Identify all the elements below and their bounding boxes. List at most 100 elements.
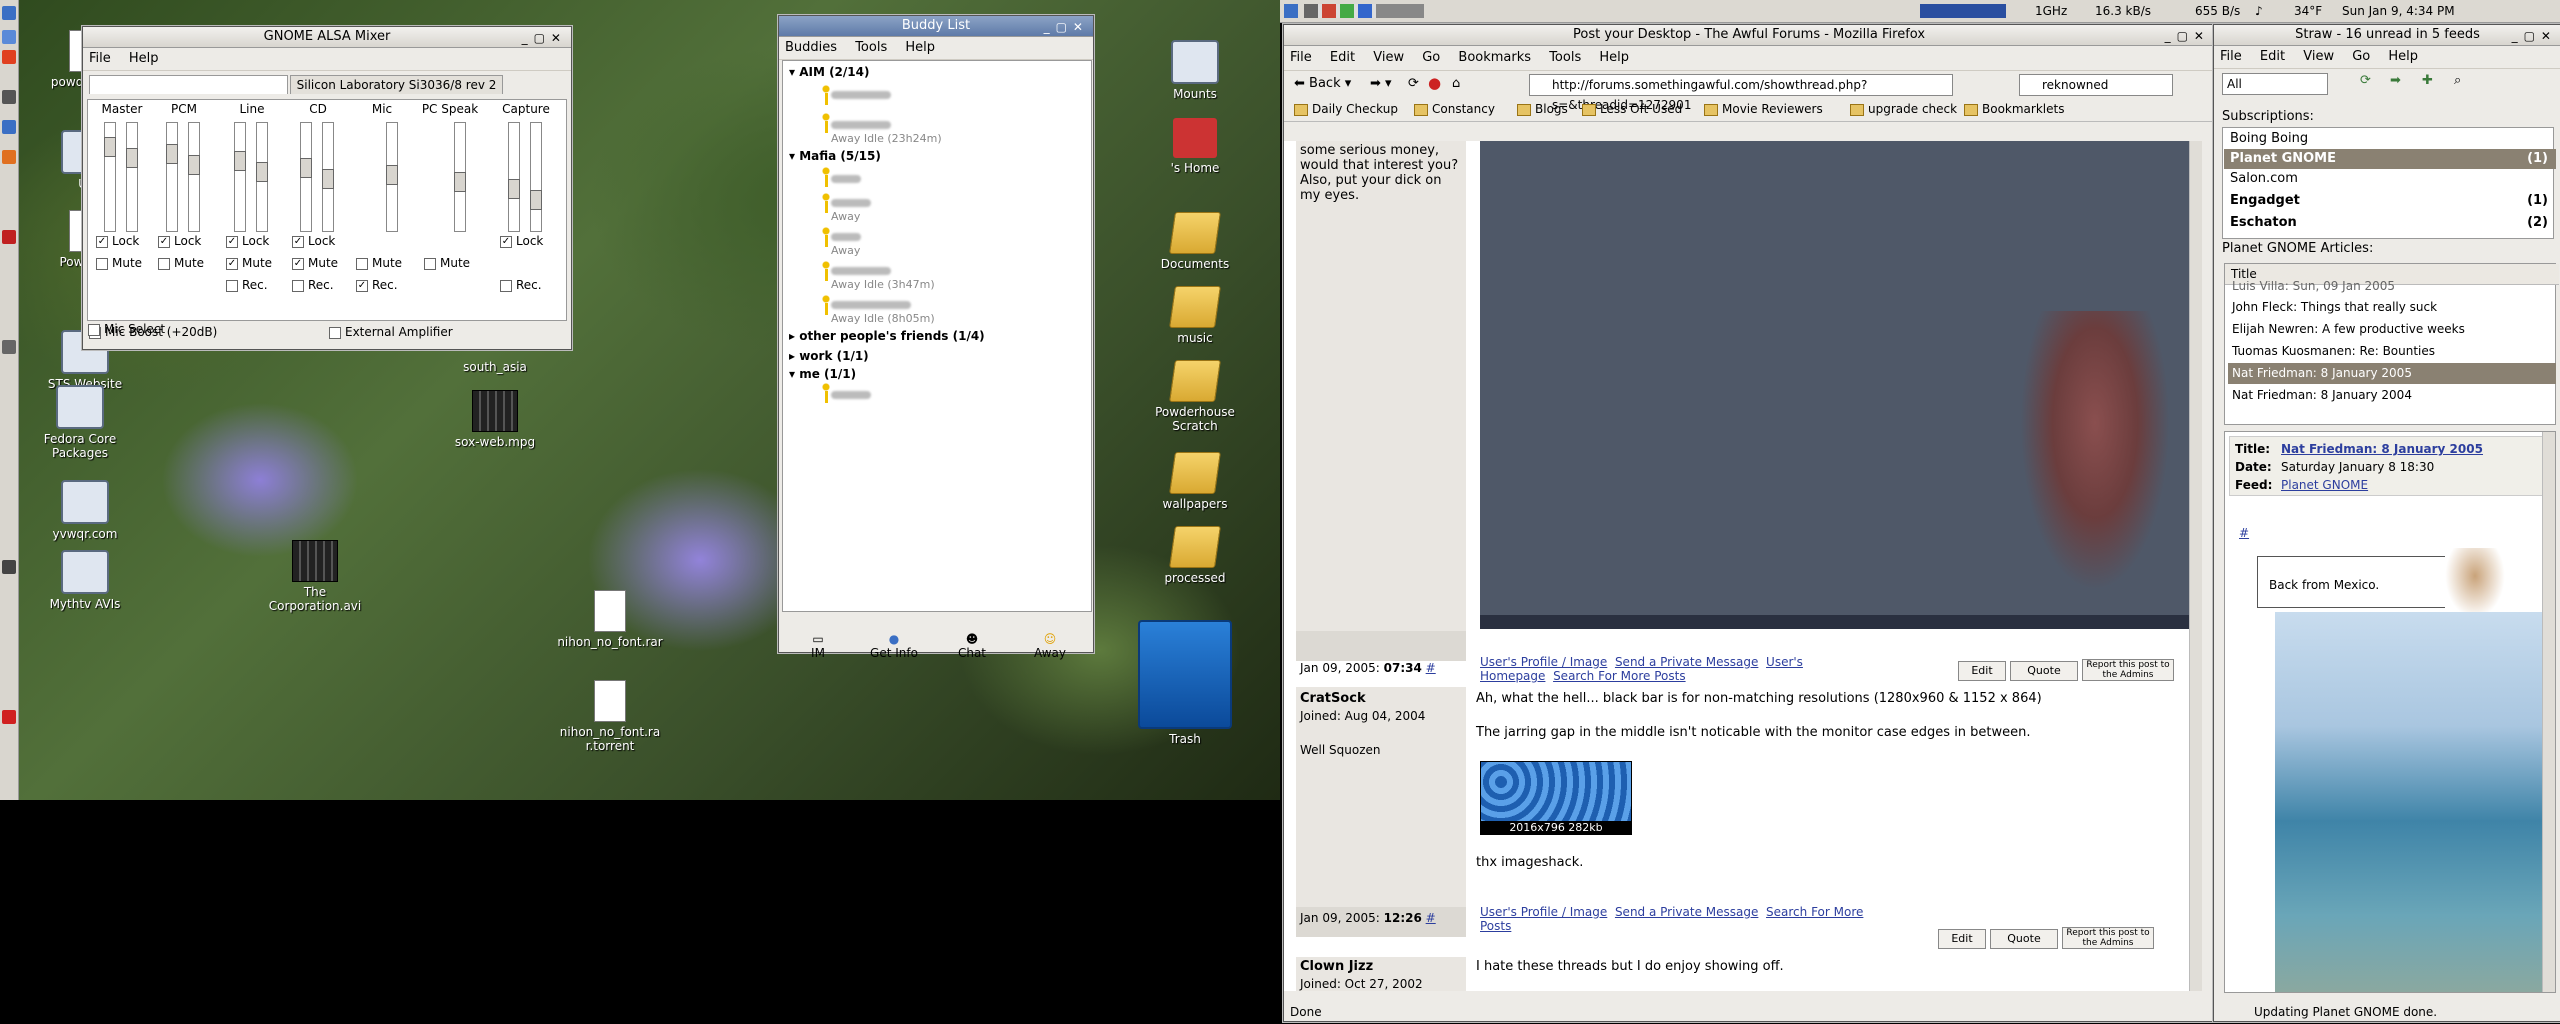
stop-icon[interactable]: ● — [1428, 74, 1441, 92]
launcher-icon[interactable] — [2, 30, 16, 44]
volume-icon[interactable]: ♪ — [2255, 0, 2263, 22]
launcher-icon[interactable] — [2, 560, 16, 574]
article-item[interactable]: Nat Friedman: 8 January 2004 — [2228, 385, 2556, 406]
volume-slider[interactable] — [508, 122, 520, 232]
desktop-icon[interactable]: yvwqr.com — [30, 480, 140, 541]
category-select[interactable]: All — [2222, 73, 2328, 95]
desktop-icon[interactable]: nihon_no_font.ra r.torrent — [555, 680, 665, 753]
launcher-icon[interactable] — [2, 230, 16, 244]
desktop-icon[interactable]: south_asia — [440, 360, 550, 374]
quote-button[interactable]: Quote — [2010, 661, 2078, 681]
close-icon[interactable] — [2, 710, 16, 724]
rec-checkbox[interactable]: Rec. — [500, 278, 542, 292]
external-amp-checkbox[interactable]: External Amplifier — [329, 325, 453, 339]
permalink[interactable]: # — [2239, 526, 2249, 540]
subscription-item[interactable]: Salon.com — [2224, 169, 2556, 189]
menu-edit[interactable]: Edit — [2260, 49, 2285, 64]
group-other-friends[interactable]: ▸ other people's friends (1/4) — [789, 329, 985, 343]
home-icon[interactable]: ⌂ — [1452, 76, 1460, 91]
volume-slider[interactable] — [322, 122, 334, 232]
bookmark-item[interactable]: Blogs — [1517, 102, 1568, 116]
url-field[interactable]: http://forums.somethingawful.com/showthr… — [1529, 74, 1953, 112]
buddy-item[interactable] — [831, 173, 861, 186]
rec-checkbox[interactable]: Rec. — [292, 278, 334, 292]
bookmark-item[interactable]: Movie Reviewers — [1704, 102, 1823, 116]
slider-knob[interactable] — [454, 172, 466, 192]
vertical-scrollbar[interactable] — [2189, 141, 2202, 991]
clock[interactable]: Sun Jan 9, 4:34 PM — [2342, 0, 2455, 22]
article-title-link[interactable]: Nat Friedman: 8 January 2005 — [2281, 442, 2483, 456]
desktop-icon[interactable]: The Corporation.avi — [260, 540, 370, 613]
menu-go[interactable]: Go — [1422, 50, 1440, 65]
lock-checkbox[interactable]: ✓ Lock — [292, 234, 335, 248]
desktop-icon[interactable]: Fedora Core Packages — [25, 385, 135, 460]
slider-knob[interactable] — [126, 148, 138, 168]
menu-view[interactable]: View — [2303, 49, 2334, 64]
lock-checkbox[interactable]: ✓ Lock — [96, 234, 139, 248]
im-button[interactable]: ▭ IM — [788, 632, 848, 660]
profile-link[interactable]: User's Profile / Image — [1480, 905, 1607, 919]
volume-slider[interactable] — [126, 122, 138, 232]
buddy-item[interactable]: Away — [831, 231, 861, 257]
pm-link[interactable]: Send a Private Message — [1615, 655, 1758, 669]
lock-checkbox[interactable]: ✓ Lock — [158, 234, 201, 248]
bookmark-item[interactable]: Daily Checkup — [1294, 102, 1398, 116]
menu-tools[interactable]: Tools — [855, 40, 887, 55]
subscription-item[interactable]: Engadget (1) — [2224, 191, 2556, 211]
slider-knob[interactable] — [386, 165, 398, 185]
find-icon[interactable]: ⌕ — [2454, 73, 2461, 88]
slider-knob[interactable] — [530, 190, 542, 210]
mute-checkbox[interactable]: ✓ Mute — [292, 256, 338, 270]
search-field[interactable]: reknowned — [2019, 74, 2173, 96]
slider-knob[interactable] — [234, 151, 246, 171]
rec-checkbox[interactable]: Rec. — [226, 278, 268, 292]
menu-view[interactable]: View — [1373, 50, 1404, 65]
refresh-icon[interactable]: ⟳ — [2360, 73, 2371, 88]
desktop-icon[interactable]: Powderhouse Scratch — [1140, 360, 1250, 433]
image-thumbnail[interactable]: 2016x796 282kb — [1480, 761, 1632, 835]
window-titlebar[interactable]: Post your Desktop - The Awful Forums - M… — [1284, 25, 2214, 46]
article-item[interactable]: Nat Friedman: 8 January 2005 — [2228, 363, 2556, 384]
bookmark-item[interactable]: Bookmarklets — [1964, 102, 2064, 116]
report-button[interactable]: Report this post to the Admins — [2062, 927, 2154, 949]
launchers[interactable] — [1304, 4, 1424, 18]
permalink[interactable]: # — [1426, 911, 1436, 925]
slider-knob[interactable] — [188, 155, 200, 175]
report-button[interactable]: Report this post to the Admins — [2082, 659, 2174, 681]
search-posts-link[interactable]: Search For More Posts — [1553, 669, 1686, 683]
profile-link[interactable]: User's Profile / Image — [1480, 655, 1607, 669]
launcher-icon[interactable] — [2, 120, 16, 134]
group-work[interactable]: ▸ work (1/1) — [789, 349, 869, 363]
permalink[interactable]: # — [1426, 661, 1436, 675]
slider-knob[interactable] — [322, 169, 334, 189]
article-item[interactable]: Elijah Newren: A few productive weeks — [2228, 319, 2556, 340]
forward-button[interactable]: ➡ ▾ — [1370, 76, 1392, 91]
bookmark-item[interactable]: Less Oft Used — [1582, 102, 1682, 116]
menu-help[interactable]: Help — [1599, 50, 1629, 65]
next-icon[interactable]: ➡ — [2390, 73, 2401, 88]
lock-checkbox[interactable]: ✓ Lock — [226, 234, 269, 248]
back-button[interactable]: ⬅ Back ▾ — [1294, 76, 1351, 91]
article-item[interactable]: Luis Villa: Sun, 09 Jan 2005 — [2228, 281, 2556, 295]
launcher-icon[interactable] — [2, 6, 16, 20]
desktop-icon[interactable]: sox-web.mpg — [440, 390, 550, 449]
desktop-icon[interactable]: processed — [1140, 526, 1250, 585]
volume-slider[interactable] — [386, 122, 398, 232]
buddy-item[interactable] — [831, 89, 891, 102]
buddy-item[interactable]: Away Idle (3h47m) — [831, 265, 935, 291]
slider-knob[interactable] — [104, 137, 116, 157]
post-author[interactable]: CratSock — [1300, 691, 1366, 706]
menu-edit[interactable]: Edit — [1330, 50, 1355, 65]
chat-button[interactable]: ☻ Chat — [942, 632, 1002, 660]
feed-link[interactable]: Planet GNOME — [2281, 478, 2368, 492]
window-controls[interactable]: _▢✕ — [522, 28, 567, 48]
mute-checkbox[interactable]: Mute — [158, 256, 204, 270]
window-controls[interactable]: _▢✕ — [1044, 17, 1089, 37]
buddy-item[interactable] — [831, 389, 871, 402]
volume-slider[interactable] — [188, 122, 200, 232]
menu-help[interactable]: Help — [129, 51, 159, 66]
menu-file[interactable]: File — [1290, 50, 1312, 65]
volume-slider[interactable] — [454, 122, 466, 232]
group-me[interactable]: ▾ me (1/1) — [789, 367, 856, 381]
vertical-scrollbar[interactable] — [2542, 432, 2555, 992]
